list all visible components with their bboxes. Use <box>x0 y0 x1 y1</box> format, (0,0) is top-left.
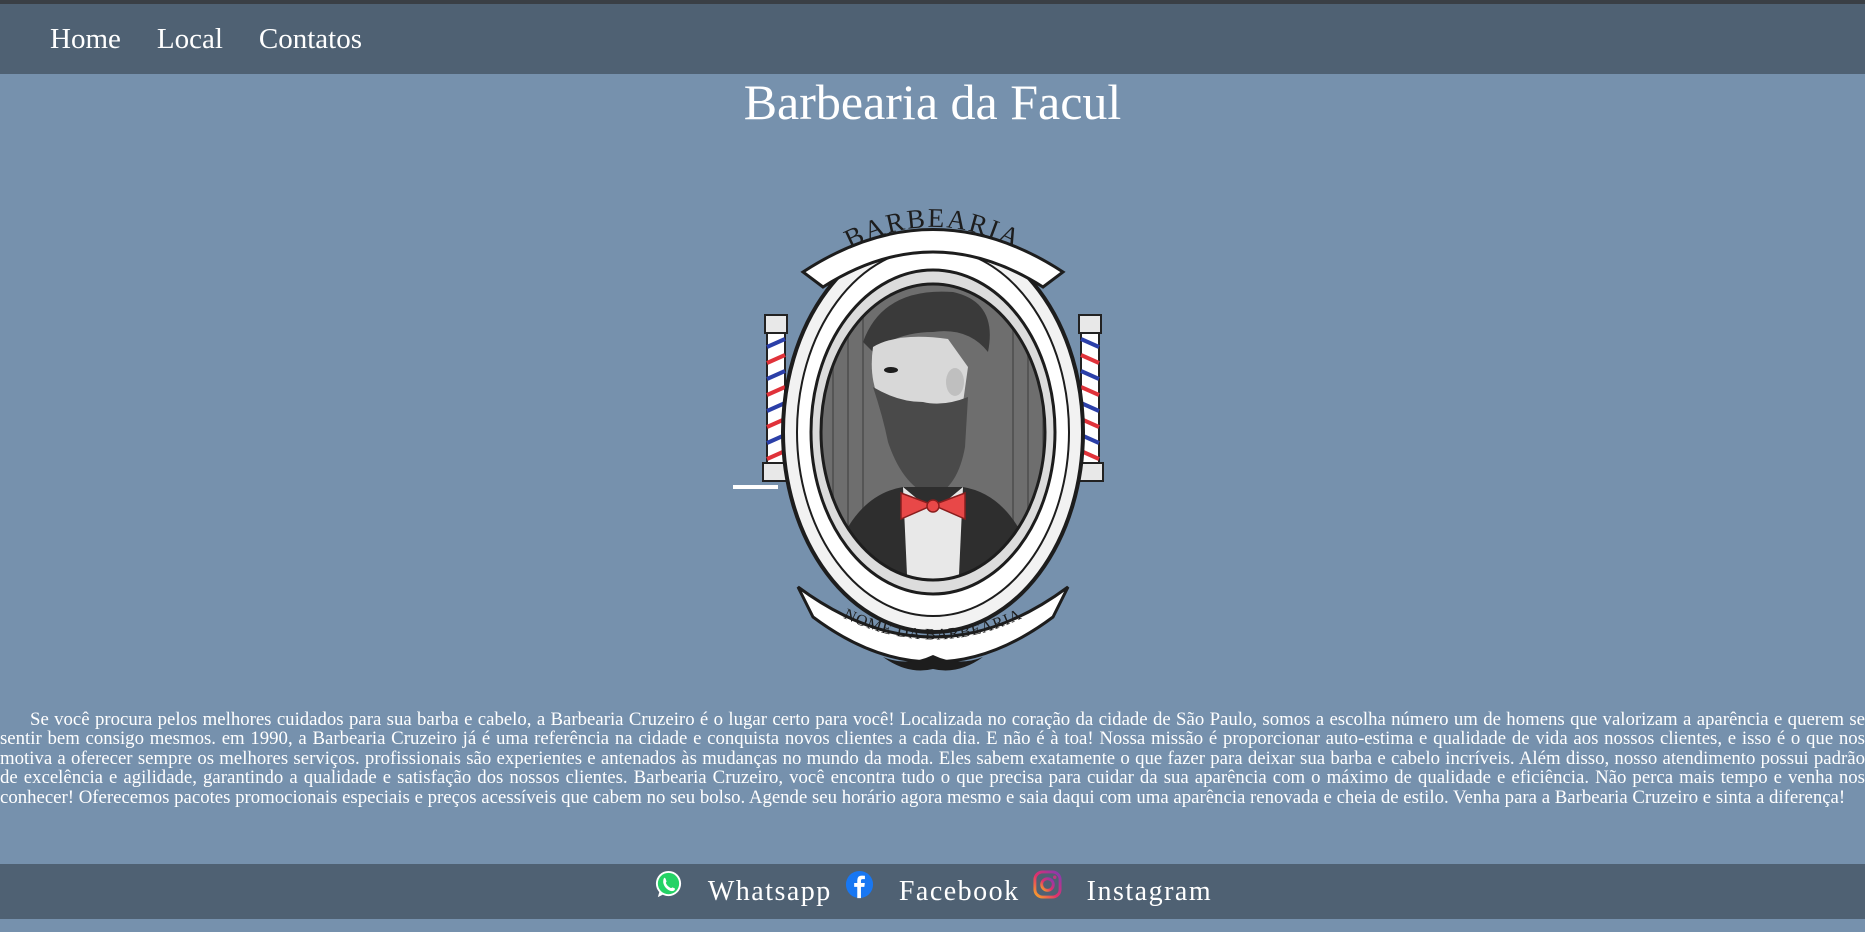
facebook-link[interactable]: Facebook <box>844 870 1020 908</box>
footer-bar: Whatsapp Facebook Instagram <box>0 864 1865 919</box>
instagram-link[interactable]: Instagram <box>1032 870 1213 908</box>
whatsapp-icon <box>655 870 681 898</box>
page-title: Barbearia da Facul <box>743 74 1122 130</box>
left-barber-pole <box>732 314 790 489</box>
barbershop-logo: BARBEARIA NOME DA BARBEARIA <box>732 203 1104 671</box>
whatsapp-link[interactable]: Whatsapp <box>653 870 832 908</box>
nav-contatos-link[interactable]: Contatos <box>259 23 362 56</box>
about-paragraph: Se você procura pelos melhores cuidados … <box>0 709 1865 808</box>
top-navbar: Home Local Contatos <box>0 4 1865 74</box>
instagram-icon <box>1033 870 1062 899</box>
whatsapp-label: Whatsapp <box>707 875 832 907</box>
facebook-label: Facebook <box>898 875 1020 907</box>
logo-container: BARBEARIA NOME DA BARBEARIA <box>0 167 1865 677</box>
instagram-label: Instagram <box>1086 875 1213 907</box>
nav-local-link[interactable]: Local <box>157 23 223 56</box>
bottom-strip <box>0 919 1865 932</box>
facebook-icon <box>845 870 873 899</box>
nav-home-link[interactable]: Home <box>50 23 121 56</box>
